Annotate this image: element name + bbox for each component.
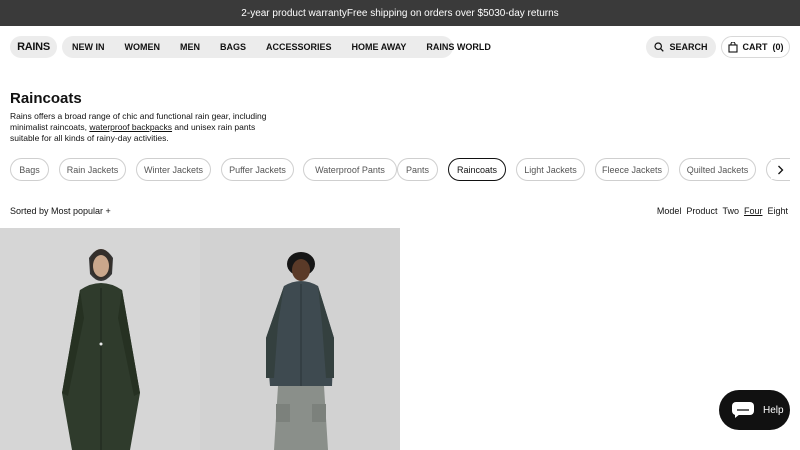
help-label: Help: [763, 404, 784, 416]
view-option-model[interactable]: Model: [657, 206, 682, 216]
view-option-four[interactable]: Four: [744, 206, 763, 216]
nav-item-rains-world[interactable]: RAINS WORLD: [426, 42, 491, 52]
product-image-long-raincoat: [0, 228, 200, 450]
rains-logo[interactable]: RAINS: [10, 36, 57, 58]
cart-count: (0): [772, 42, 784, 52]
nav-item-bags[interactable]: BAGS: [220, 42, 246, 52]
nav-item-home-away[interactable]: HOME AWAY: [352, 42, 407, 52]
chip-label: Puffer Jackets: [229, 164, 286, 175]
search-label: SEARCH: [669, 42, 708, 52]
sort-dropdown[interactable]: Sorted by Most popular +: [10, 206, 111, 216]
help-chat-button[interactable]: Help: [719, 390, 790, 430]
category-chip-quilted-jackets[interactable]: Quilted Jackets: [679, 158, 756, 181]
category-chip-waterproof-pants[interactable]: Waterproof Pants: [303, 158, 397, 181]
category-chip-fleece-jackets[interactable]: Fleece Jackets: [595, 158, 669, 181]
category-chip-puffer-jackets[interactable]: Puffer Jackets: [221, 158, 294, 181]
main-nav: NEW IN WOMEN MEN BAGS ACCESSORIES HOME A…: [62, 36, 491, 58]
page-title: Raincoats: [10, 90, 82, 107]
nav-item-accessories[interactable]: ACCESSORIES: [266, 42, 332, 52]
search-button[interactable]: SEARCH: [646, 36, 716, 58]
chip-label: Waterproof Pants: [315, 164, 385, 175]
chip-label: Quilted Jackets: [686, 164, 749, 175]
category-filter-row: Bags Rain Jackets Winter Jackets Puffer …: [10, 158, 790, 181]
chat-bubble-icon: [731, 401, 755, 419]
view-options: Model Product Two Four Eight: [657, 206, 788, 216]
product-card-short-slate-rain-jacket[interactable]: [200, 228, 400, 450]
nav-item-men[interactable]: MEN: [180, 42, 200, 52]
chevron-right-icon: [777, 165, 784, 175]
chip-label: Winter Jackets: [143, 164, 203, 175]
product-image-short-jacket: [200, 228, 400, 450]
view-option-two[interactable]: Two: [722, 206, 739, 216]
chip-label: Light Jackets: [524, 164, 577, 175]
category-chip-winter-jackets[interactable]: Winter Jackets: [136, 158, 211, 181]
cart-button[interactable]: CART (0): [721, 36, 790, 58]
nav-item-new-in[interactable]: NEW IN: [72, 42, 105, 52]
category-chip-pants[interactable]: Pants: [397, 158, 438, 181]
chip-label: Pants: [405, 164, 429, 175]
announcement-text: 2-year product warrantyFree shipping on …: [241, 7, 559, 19]
cart-label: CART: [742, 42, 768, 52]
nav-item-women[interactable]: WOMEN: [125, 42, 161, 52]
chip-label: Raincoats: [456, 164, 498, 175]
shopping-bag-icon: [727, 41, 738, 53]
chip-label: Rain Jackets: [66, 164, 119, 175]
category-chip-rain-jackets[interactable]: Rain Jackets: [59, 158, 126, 181]
chip-label: Fleece Jackets: [601, 164, 663, 175]
category-chip-raincoats[interactable]: Raincoats: [448, 158, 506, 181]
logo-text: RAINS: [17, 41, 50, 53]
announcement-bar: 2-year product warrantyFree shipping on …: [0, 0, 800, 26]
view-option-product[interactable]: Product: [686, 206, 717, 216]
product-card-long-green-raincoat[interactable]: [0, 228, 200, 450]
category-chip-light-jackets[interactable]: Light Jackets: [516, 158, 585, 181]
waterproof-backpacks-link[interactable]: waterproof backpacks: [89, 122, 172, 132]
category-scroll-right-button[interactable]: [771, 160, 789, 179]
chip-label: Bags: [19, 164, 40, 175]
search-icon: [654, 42, 665, 52]
view-option-eight[interactable]: Eight: [767, 206, 788, 216]
category-chip-bags[interactable]: Bags: [10, 158, 49, 181]
page-description: Rains offers a broad range of chic and f…: [10, 111, 280, 144]
